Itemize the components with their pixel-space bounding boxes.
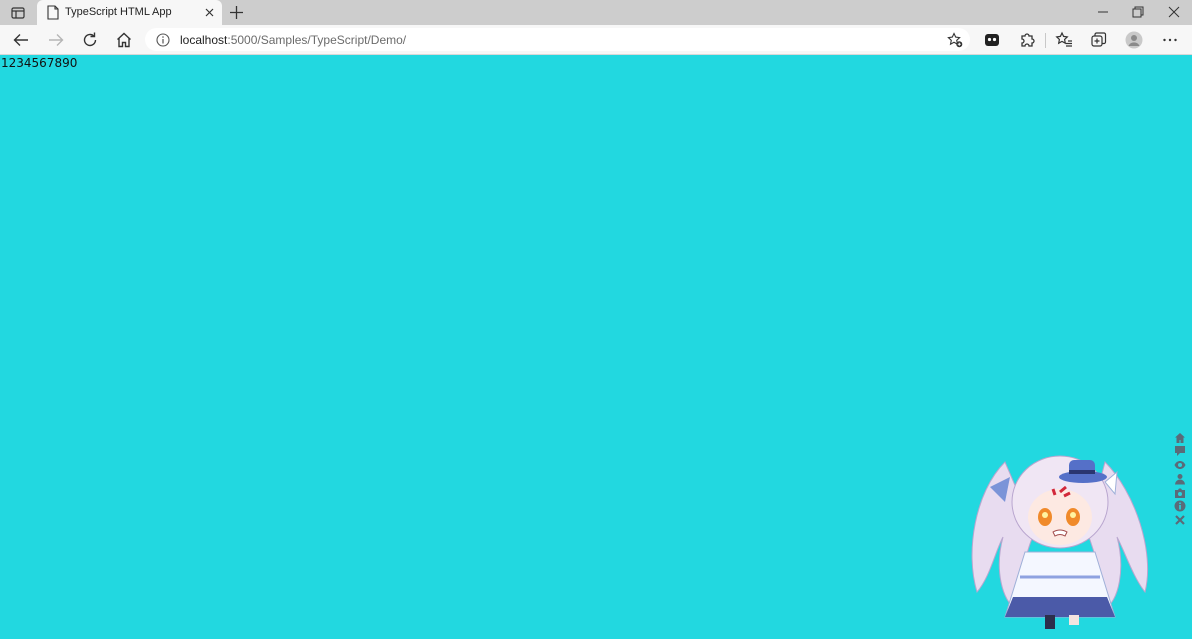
- tab-actions-icon: [11, 6, 25, 19]
- more-menu-icon[interactable]: [1161, 31, 1179, 49]
- person-icon[interactable]: [1174, 473, 1186, 485]
- extension-icon[interactable]: [983, 31, 1001, 49]
- toolbar-separator: [1045, 33, 1046, 48]
- restore-icon[interactable]: [1131, 5, 1145, 19]
- page-content: 1234567890: [0, 56, 1192, 639]
- site-info-icon[interactable]: [156, 33, 170, 47]
- url-text[interactable]: localhost:5000/Samples/TypeScript/Demo/: [180, 33, 406, 47]
- avatar[interactable]: [1125, 31, 1143, 49]
- close-tab-icon[interactable]: [203, 6, 216, 19]
- home-icon[interactable]: [1174, 432, 1186, 444]
- home-icon[interactable]: [115, 31, 133, 49]
- tab-strip: TypeScript HTML App: [0, 0, 1192, 25]
- back-icon[interactable]: [12, 31, 30, 49]
- camera-icon[interactable]: [1174, 487, 1186, 499]
- refresh-icon[interactable]: [81, 31, 99, 49]
- browser-toolbar: localhost:5000/Samples/TypeScript/Demo/: [0, 25, 1192, 55]
- counter-text: 1234567890: [1, 56, 78, 70]
- favorites-icon[interactable]: [1055, 31, 1073, 49]
- chat-icon[interactable]: [1174, 445, 1186, 457]
- new-tab-icon[interactable]: [228, 4, 245, 21]
- collections-icon[interactable]: [1090, 31, 1108, 49]
- forward-icon[interactable]: [47, 31, 65, 49]
- info-icon[interactable]: [1174, 500, 1186, 512]
- address-bar[interactable]: localhost:5000/Samples/TypeScript/Demo/: [145, 28, 970, 51]
- extensions-puzzle-icon[interactable]: [1018, 31, 1036, 49]
- tab-title: TypeScript HTML App: [65, 6, 172, 18]
- mascot-character[interactable]: [965, 402, 1160, 630]
- page-icon: [47, 5, 59, 20]
- close-window-icon[interactable]: [1167, 5, 1181, 19]
- url-path: :5000/Samples/TypeScript/Demo/: [227, 33, 407, 47]
- tab-typescript-app[interactable]: TypeScript HTML App: [37, 0, 222, 25]
- close-icon[interactable]: [1174, 514, 1186, 526]
- url-host: localhost: [180, 33, 228, 47]
- tab-actions-button[interactable]: [6, 3, 30, 22]
- add-favorite-icon[interactable]: [947, 32, 963, 48]
- minimize-icon[interactable]: [1096, 5, 1110, 19]
- eye-icon[interactable]: [1174, 459, 1186, 471]
